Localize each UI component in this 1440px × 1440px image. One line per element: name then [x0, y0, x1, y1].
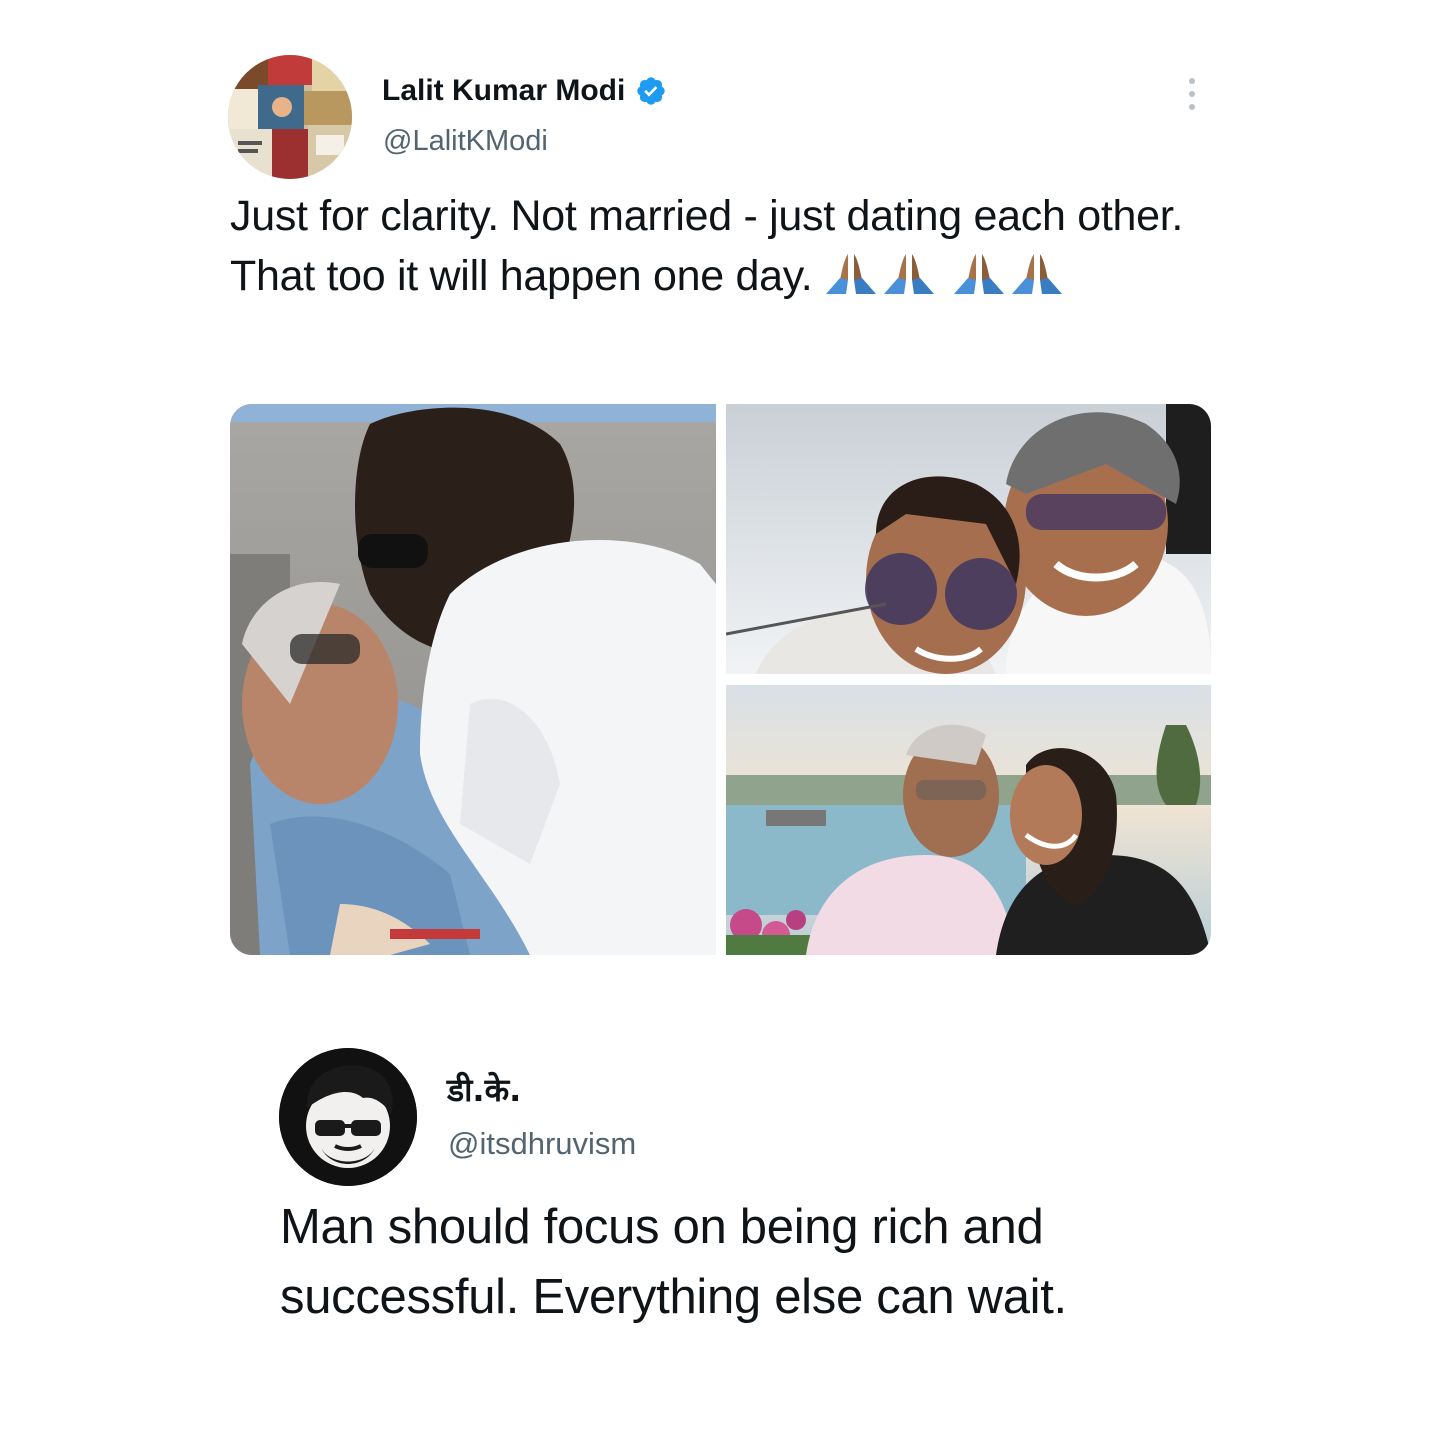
tweet2-handle[interactable]: @itsdhruvism: [448, 1126, 636, 1162]
tweet1-handle[interactable]: @LalitKModi: [383, 125, 548, 158]
folded-hands-icon: [826, 254, 877, 294]
photo-waterfront-sunset[interactable]: [726, 685, 1211, 955]
tweet1-author-name-row[interactable]: Lalit Kumar Modi: [382, 74, 667, 108]
folded-hands-icon: [953, 254, 1004, 294]
avatar-itsdhruvism[interactable]: [279, 1048, 417, 1186]
verified-badge-icon: [637, 77, 666, 105]
avatar-collage-image: [228, 55, 352, 179]
tweet2-text: Man should focus on being rich and succe…: [280, 1200, 1067, 1324]
avatar-cartoon-image: [279, 1048, 417, 1186]
folded-hands-icon: [884, 254, 935, 294]
photo-couple-embrace[interactable]: [230, 404, 716, 955]
tweet2-display-name[interactable]: डी.के.: [447, 1068, 521, 1111]
folded-hands-emoji-group: [824, 252, 1068, 300]
tweet1-media-grid: [230, 404, 1211, 955]
tweet1-display-name[interactable]: Lalit Kumar Modi: [382, 74, 625, 108]
avatar-lalitkmodi[interactable]: [228, 55, 352, 179]
more-options-icon[interactable]: [1178, 74, 1206, 114]
folded-hands-icon: [1011, 254, 1062, 294]
photo-selfie-sunglasses[interactable]: [726, 404, 1211, 674]
tweet1-text-block: Just for clarity. Not married - just dat…: [230, 186, 1220, 306]
